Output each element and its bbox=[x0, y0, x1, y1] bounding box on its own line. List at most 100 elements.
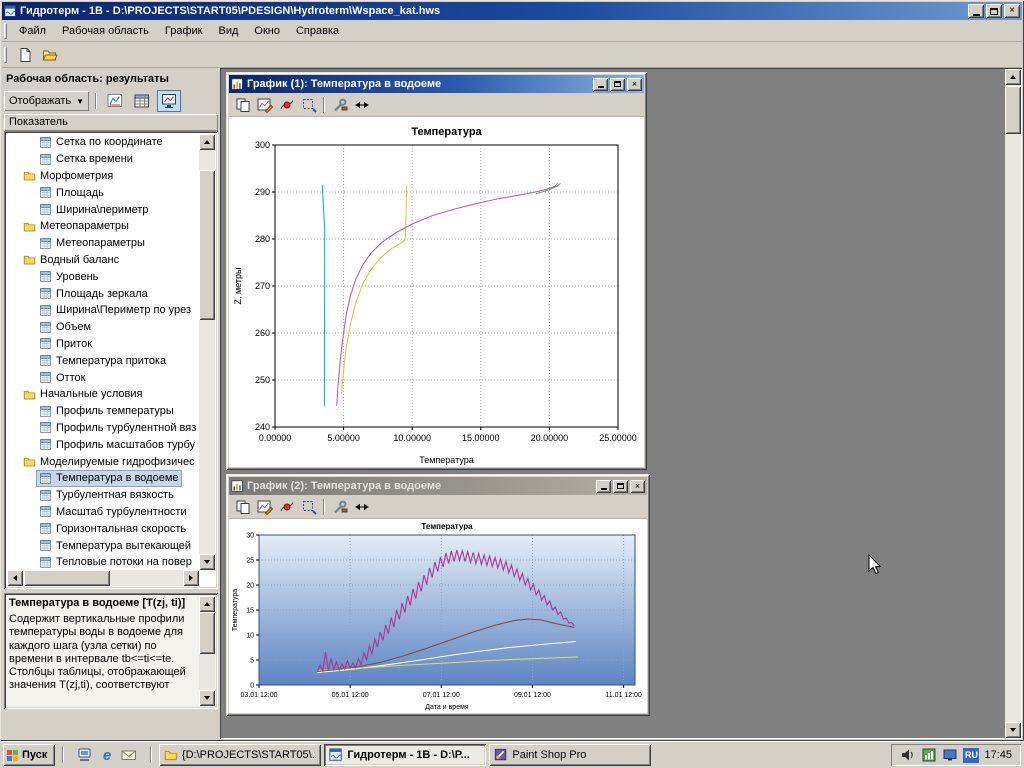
maximize-button[interactable] bbox=[610, 78, 625, 91]
tree-item[interactable]: Метеопараметры bbox=[7, 218, 199, 235]
tree-item[interactable]: Уровень bbox=[7, 268, 199, 285]
fit-width-button[interactable] bbox=[351, 497, 372, 517]
scroll-up-button[interactable] bbox=[1005, 69, 1021, 85]
menu-item-2[interactable]: График bbox=[157, 22, 211, 40]
edit-chart-button[interactable] bbox=[254, 497, 275, 517]
workspace-panel: Рабочая область: результаты Отображать ▼… bbox=[2, 68, 220, 739]
tree-item[interactable]: Ширина\периметр bbox=[7, 201, 199, 218]
chart2-titlebar[interactable]: График (2): Температура в водоеме × bbox=[229, 477, 647, 495]
tree-item[interactable]: Водный баланс bbox=[7, 252, 199, 269]
chart-indicator-icon[interactable] bbox=[921, 747, 937, 763]
minimize-button[interactable] bbox=[968, 4, 984, 18]
scroll-up-button[interactable] bbox=[199, 596, 215, 612]
scroll-up-button[interactable] bbox=[199, 134, 215, 150]
scroll-down-button[interactable] bbox=[199, 690, 215, 706]
marker-icon bbox=[279, 97, 295, 113]
maximize-button[interactable] bbox=[613, 480, 628, 493]
menu-item-4[interactable]: Окно bbox=[246, 22, 288, 40]
svg-text:240: 240 bbox=[255, 422, 270, 432]
description-scrollbar[interactable] bbox=[199, 596, 215, 706]
mdi-vertical-scrollbar[interactable] bbox=[1005, 69, 1021, 738]
app-icon bbox=[4, 5, 17, 18]
scroll-down-button[interactable] bbox=[1005, 722, 1021, 738]
minimize-button[interactable] bbox=[596, 480, 611, 493]
chart2-title: График (2): Температура в водоеме bbox=[247, 480, 593, 492]
scrollbar-thumb[interactable] bbox=[1005, 86, 1021, 134]
toolbar-grip[interactable] bbox=[4, 23, 7, 39]
tree-item[interactable]: Сетка по координате bbox=[7, 134, 199, 151]
language-badge[interactable]: RU bbox=[963, 748, 979, 763]
tree-item[interactable]: Турбулентная вязкость bbox=[7, 487, 199, 504]
menu-item-0[interactable]: Файл bbox=[11, 22, 54, 40]
scrollbar-thumb[interactable] bbox=[199, 612, 215, 654]
minimize-button[interactable] bbox=[593, 78, 608, 91]
scrollbar-thumb[interactable] bbox=[199, 170, 215, 320]
tree-item[interactable]: Горизонтальная скорость bbox=[7, 520, 199, 537]
screen-view-button[interactable] bbox=[157, 90, 181, 112]
internet-explorer-icon[interactable]: e bbox=[99, 747, 115, 763]
close-button[interactable]: × bbox=[1004, 4, 1020, 18]
start-button[interactable]: Пуск bbox=[3, 744, 55, 766]
volume-icon[interactable] bbox=[900, 747, 916, 763]
display-indicator-icon[interactable] bbox=[942, 747, 958, 763]
tree-item[interactable]: Приток bbox=[7, 336, 199, 353]
svg-text:Температура: Температура bbox=[411, 126, 482, 138]
menu-item-3[interactable]: Вид bbox=[211, 22, 247, 40]
tree-vertical-scrollbar[interactable] bbox=[199, 134, 215, 570]
tree-item[interactable]: Температура в водоеме bbox=[7, 470, 199, 487]
copy-button[interactable] bbox=[232, 95, 253, 115]
table-view-button[interactable] bbox=[130, 90, 154, 112]
tree-item[interactable]: Объем bbox=[7, 319, 199, 336]
zoom-area-button[interactable] bbox=[298, 497, 319, 517]
maximize-button[interactable] bbox=[986, 4, 1002, 18]
new-button[interactable] bbox=[13, 44, 36, 66]
tree-item[interactable]: Метеопараметры bbox=[7, 235, 199, 252]
tree-item[interactable]: Профиль температуры bbox=[7, 403, 199, 420]
description-text: Температура в водоеме [T(zj, ti)] Содерж… bbox=[9, 597, 197, 705]
window-titlebar[interactable]: Гидротерм - 1В - D:\PROJECTS\START05\PDE… bbox=[2, 2, 1022, 20]
close-button[interactable]: × bbox=[630, 480, 645, 493]
tools-button[interactable] bbox=[329, 95, 350, 115]
tree-item[interactable]: Площадь зеркала bbox=[7, 285, 199, 302]
tree-item[interactable]: Отток bbox=[7, 369, 199, 386]
tree-item[interactable]: Морфометрия bbox=[7, 168, 199, 185]
copy-button[interactable] bbox=[232, 497, 253, 517]
marker-button[interactable] bbox=[276, 95, 297, 115]
chart1-titlebar[interactable]: График (1): Температура в водоеме × bbox=[229, 75, 644, 93]
tree-item-label: Водный баланс bbox=[40, 254, 119, 266]
tree-item[interactable]: Профиль масштабов турбу bbox=[7, 436, 199, 453]
menu-item-5[interactable]: Справка bbox=[288, 22, 347, 40]
edit-chart-button[interactable] bbox=[254, 95, 275, 115]
tree-item[interactable]: Площадь bbox=[7, 184, 199, 201]
tree-horizontal-scrollbar[interactable] bbox=[7, 570, 199, 586]
tree-item[interactable]: Сетка времени bbox=[7, 151, 199, 168]
tree-item[interactable]: Моделируемые гидрофизичес bbox=[7, 453, 199, 470]
tree-item[interactable]: Температура вытекающей bbox=[7, 537, 199, 554]
tree-item[interactable]: Ширина\Периметр по урез bbox=[7, 302, 199, 319]
tools-button[interactable] bbox=[329, 497, 350, 517]
open-button[interactable] bbox=[38, 44, 61, 66]
toolbar-grip[interactable] bbox=[4, 47, 7, 63]
marker-button[interactable] bbox=[276, 497, 297, 517]
zoom-area-button[interactable] bbox=[298, 95, 319, 115]
fit-width-button[interactable] bbox=[351, 95, 372, 115]
display-dropdown[interactable]: Отображать ▼ bbox=[4, 91, 89, 111]
tree-item[interactable]: Профиль турбулентной вяз bbox=[7, 420, 199, 437]
mail-icon[interactable] bbox=[121, 747, 137, 763]
taskbar-task[interactable]: {D:\PROJECTS\START05\... bbox=[159, 744, 321, 766]
show-desktop-icon[interactable] bbox=[77, 747, 93, 763]
tree-item[interactable]: Тепловые потоки на повер bbox=[7, 554, 199, 570]
tree-item[interactable]: Температура притока bbox=[7, 352, 199, 369]
scroll-right-button[interactable] bbox=[183, 570, 199, 586]
scroll-down-button[interactable] bbox=[199, 554, 215, 570]
menu-item-1[interactable]: Рабочая область bbox=[54, 22, 157, 40]
scrollbar-thumb[interactable] bbox=[24, 570, 110, 586]
tree-item[interactable]: Масштаб турбулентности bbox=[7, 504, 199, 521]
tree-header[interactable]: Показатель bbox=[4, 114, 218, 131]
tree-item[interactable]: Начальные условия bbox=[7, 386, 199, 403]
close-button[interactable]: × bbox=[627, 78, 642, 91]
taskbar-task[interactable]: Paint Shop Pro bbox=[489, 744, 651, 766]
chart-view-button[interactable] bbox=[103, 90, 127, 112]
scroll-left-button[interactable] bbox=[7, 570, 23, 586]
taskbar-task[interactable]: Гидротерм - 1В - D:\P... bbox=[324, 744, 486, 766]
